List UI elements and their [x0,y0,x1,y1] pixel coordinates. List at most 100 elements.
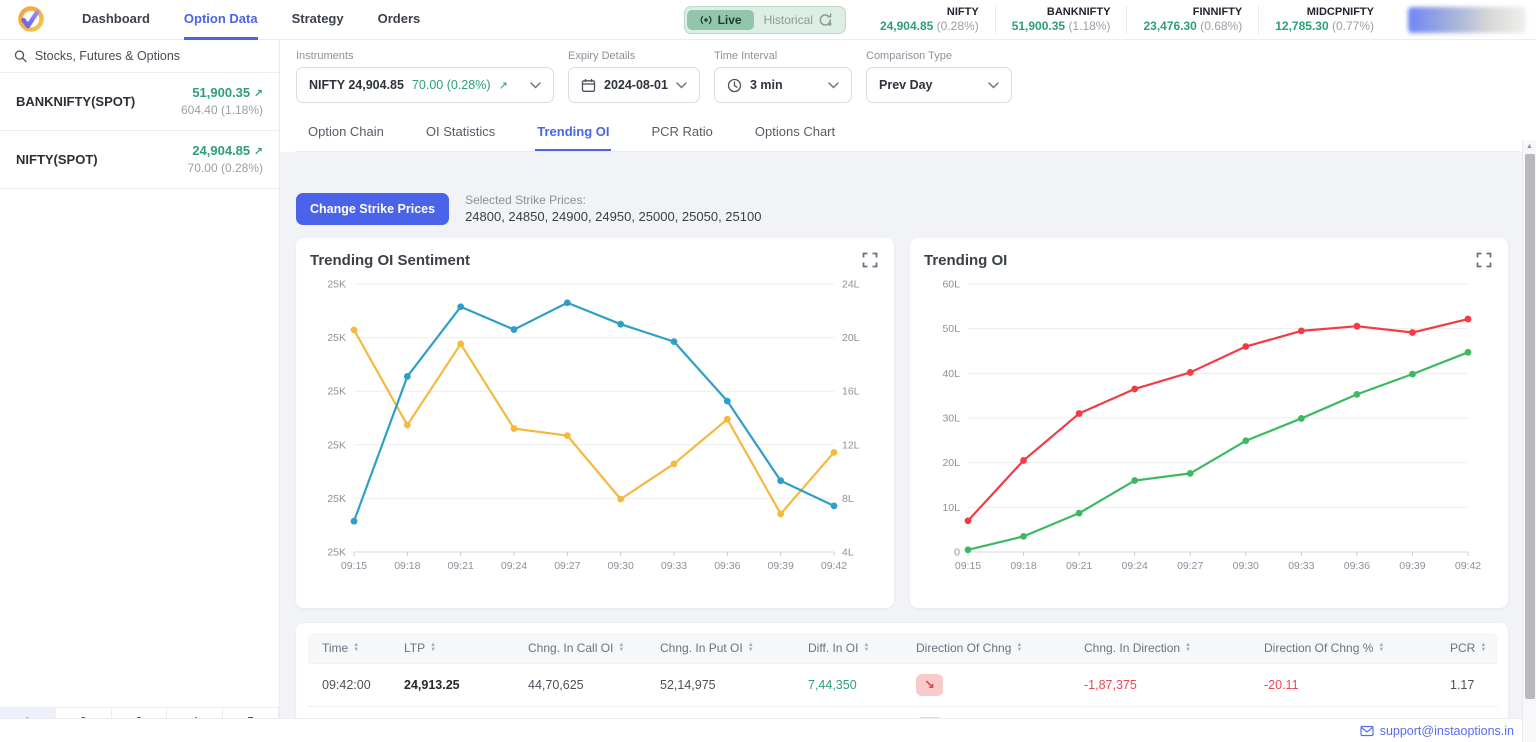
expiry-select[interactable]: 2024-08-01 [568,67,700,103]
comparison-select[interactable]: Prev Day [866,67,1012,103]
watchlist-item-banknifty[interactable]: BANKNIFTY(SPOT) 51,900.35 ↗ 604.40 (1.18… [0,73,279,131]
cell-pcr: 1.17 [1442,664,1498,707]
svg-text:09:24: 09:24 [501,560,527,572]
tab-oi-statistics[interactable]: OI Statistics [424,115,497,151]
broadcast-icon [699,14,713,26]
toggle-live[interactable]: Live [687,10,754,30]
change-strike-prices-button[interactable]: Change Strike Prices [296,193,449,225]
trending-oi-card: Trending OI 60L50L40L30L20L10L009:1509:1… [910,238,1508,608]
index-name: NIFTY [880,6,979,19]
filter-expiry: Expiry Details 2024-08-01 [568,50,700,103]
svg-text:09:21: 09:21 [448,560,474,572]
sort-icon: ▲▼ [1185,643,1191,653]
calendar-icon [581,78,596,93]
svg-text:10L: 10L [942,502,960,514]
instruments-select[interactable]: NIFTY 24,904.85 70.00 (0.28%) ↗ [296,67,554,103]
interval-select[interactable]: 3 min [714,67,852,103]
column-header-diff-in-oi[interactable]: Diff. In OI▲▼ [800,633,908,664]
svg-text:25K: 25K [327,493,346,505]
column-header-chng-in-direction[interactable]: Chng. In Direction▲▼ [1076,633,1256,664]
svg-text:25K: 25K [327,547,346,559]
index-finnifty: FINNIFTY 23,476.30 (0.68%) [1126,6,1258,34]
column-label: Direction Of Chng % [1264,641,1373,655]
svg-text:25K: 25K [327,386,346,398]
main-nav: Dashboard Option Data Strategy Orders [82,0,454,40]
toggle-historical-label: Historical [764,13,813,27]
up-right-arrow-icon: ↗ [499,79,508,92]
fullscreen-icon[interactable] [1474,250,1494,270]
sort-icon: ▲▼ [1016,643,1022,653]
cell-time: 09:42:00 [308,664,396,707]
chevron-down-icon [530,82,541,89]
app-logo-icon[interactable] [16,5,46,35]
index-ticker-strip: NIFTY 24,904.85 (0.28%) BANKNIFTY 51,900… [864,6,1390,34]
column-header-time[interactable]: Time▲▼ [308,633,396,664]
index-value: 12,785.30 [1275,19,1328,33]
column-header-direction-of-chng-[interactable]: Direction Of Chng %▲▼ [1256,633,1442,664]
nav-item-orders[interactable]: Orders [378,0,421,40]
chart-title: Trending OI Sentiment [310,252,470,269]
nav-item-dashboard[interactable]: Dashboard [82,0,150,40]
topbar: Dashboard Option Data Strategy Orders Live … [0,0,1536,40]
svg-text:09:33: 09:33 [1288,560,1314,572]
svg-text:09:36: 09:36 [714,560,740,572]
fullscreen-icon[interactable] [860,250,880,270]
svg-text:25K: 25K [327,439,346,451]
filter-instruments: Instruments NIFTY 24,904.85 70.00 (0.28%… [296,50,554,103]
column-header-ltp[interactable]: LTP▲▼ [396,633,520,664]
filter-interval: Time Interval 3 min [714,50,852,103]
instrument-change: 70.00 (0.28%) [412,78,491,92]
vertical-scrollbar[interactable]: ▲ [1522,140,1536,742]
sort-icon: ▲▼ [863,643,869,653]
envelope-icon [1360,725,1374,737]
watchlist-item-nifty[interactable]: NIFTY(SPOT) 24,904.85 ↗ 70.00 (0.28%) [0,131,279,189]
sort-icon: ▲▼ [748,643,754,653]
tab-option-chain[interactable]: Option Chain [306,115,386,151]
footer: support@instaoptions.in [0,718,1536,742]
column-header-chng-in-call-oi[interactable]: Chng. In Call OI▲▼ [520,633,652,664]
chevron-down-icon [676,82,687,89]
support-email-link[interactable]: support@instaoptions.in [1360,724,1514,738]
live-historical-toggle: Live Historical [684,6,846,34]
toggle-historical[interactable]: Historical [754,10,843,30]
svg-text:09:18: 09:18 [1010,560,1036,572]
history-icon [818,13,833,27]
column-label: LTP [404,641,425,655]
svg-text:09:15: 09:15 [341,560,367,572]
scrollbar-thumb[interactable] [1525,154,1535,699]
search-input[interactable] [35,49,265,63]
svg-text:24L: 24L [842,279,860,291]
watch-symbol: NIFTY(SPOT) [16,152,98,167]
svg-text:09:33: 09:33 [661,560,687,572]
sort-icon: ▲▼ [618,643,624,653]
column-header-pcr[interactable]: PCR▲▼ [1442,633,1498,664]
tab-trending-oi[interactable]: Trending OI [535,115,611,151]
column-header-chng-in-put-oi[interactable]: Chng. In Put OI▲▼ [652,633,800,664]
svg-text:09:42: 09:42 [1455,560,1481,572]
up-right-arrow-icon: ↗ [254,88,263,100]
nav-item-option-data[interactable]: Option Data [184,0,258,40]
support-email-text: support@instaoptions.in [1380,724,1514,738]
svg-text:09:21: 09:21 [1066,560,1092,572]
selected-strikes-label: Selected Strike Prices: [465,192,761,208]
direction-down-badge-icon: ↘ [916,674,943,696]
svg-text:16L: 16L [842,386,860,398]
svg-text:25K: 25K [327,332,346,344]
cell-direction-pct: -20.11 [1256,664,1442,707]
watch-price: 24,904.85 [192,143,250,158]
sidebar: BANKNIFTY(SPOT) 51,900.35 ↗ 604.40 (1.18… [0,40,280,742]
cell-chng-in-direction: -1,87,375 [1076,664,1256,707]
svg-text:40L: 40L [942,368,960,380]
scroll-up-arrow-icon[interactable]: ▲ [1523,140,1536,150]
filter-label: Comparison Type [866,50,1012,62]
tab-options-chart[interactable]: Options Chart [753,115,837,151]
svg-text:09:39: 09:39 [768,560,794,572]
interval-value: 3 min [750,78,783,92]
view-tabs: Option Chain OI Statistics Trending OI PCR … [296,115,1520,152]
svg-text:09:39: 09:39 [1399,560,1425,572]
account-area-blurred[interactable] [1408,7,1526,33]
tab-pcr-ratio[interactable]: PCR Ratio [649,115,714,151]
svg-text:12L: 12L [842,439,860,451]
column-header-direction-of-chng[interactable]: Direction Of Chng▲▼ [908,633,1076,664]
nav-item-strategy[interactable]: Strategy [292,0,344,40]
